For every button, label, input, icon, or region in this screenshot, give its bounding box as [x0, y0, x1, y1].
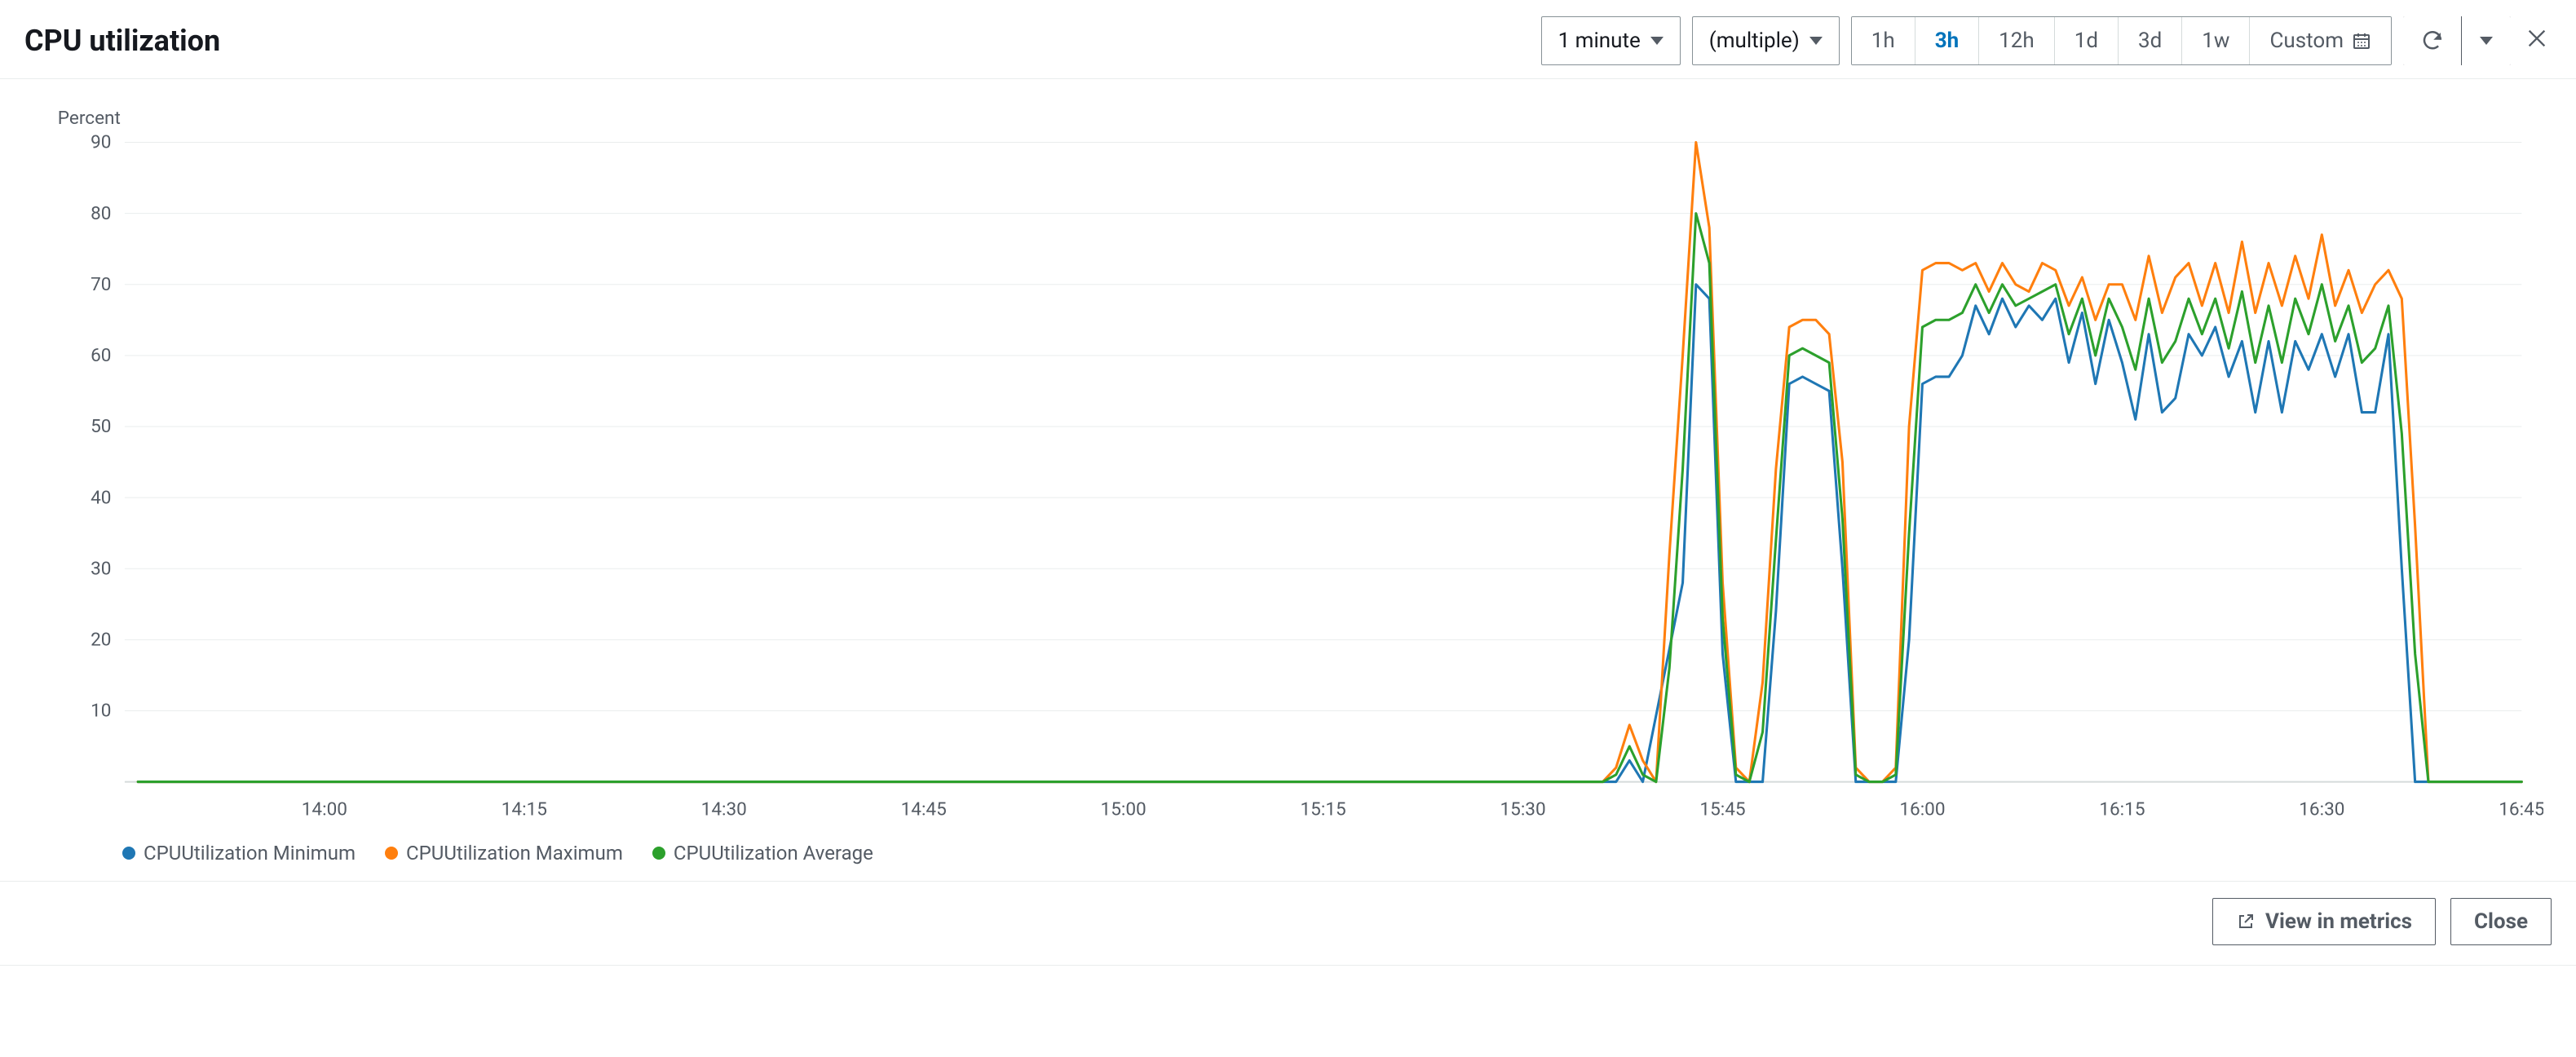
y-tick-label: 80: [91, 202, 111, 224]
legend-label: CPUUtilization Minimum: [144, 842, 356, 865]
close-footer-button[interactable]: Close: [2450, 898, 2552, 945]
y-tick-label: 50: [91, 415, 111, 437]
statistic-dropdown-label: (multiple): [1709, 29, 1800, 53]
refresh-options-button[interactable]: [2462, 16, 2511, 65]
legend-item-max[interactable]: CPUUtilization Maximum: [385, 842, 623, 865]
chart-area: Percent 10 20 30 40 50 60 70 80 90 14:00 14:15 14:30…: [0, 79, 2576, 881]
x-tick-label: 16:45: [2499, 798, 2543, 820]
time-range-12h[interactable]: 12h: [1979, 17, 2055, 64]
legend-swatch: [385, 847, 398, 860]
view-in-metrics-button[interactable]: View in metrics: [2212, 898, 2436, 945]
x-tick-label: 16:15: [2099, 798, 2145, 820]
x-tick-label: 16:30: [2299, 798, 2344, 820]
legend-item-avg[interactable]: CPUUtilization Average: [652, 842, 873, 865]
close-button[interactable]: [2522, 21, 2552, 60]
x-tick-label: 16:00: [1899, 798, 1945, 820]
time-range-3d[interactable]: 3d: [2119, 17, 2182, 64]
statistic-dropdown[interactable]: (multiple): [1692, 16, 1840, 65]
time-range-1h[interactable]: 1h: [1852, 17, 1915, 64]
x-tick-label: 14:30: [701, 798, 747, 820]
time-range-custom[interactable]: Custom: [2250, 17, 2391, 64]
view-in-metrics-label: View in metrics: [2265, 909, 2412, 934]
x-tick-label: 14:00: [302, 798, 347, 820]
period-dropdown[interactable]: 1 minute: [1541, 16, 1681, 65]
calendar-icon: [2352, 31, 2371, 51]
refresh-button-group: [2403, 16, 2511, 65]
x-tick-label: 15:15: [1301, 798, 1346, 820]
y-tick-label: 90: [91, 131, 111, 153]
x-tick-label: 15:00: [1101, 798, 1147, 820]
chevron-down-icon: [2480, 37, 2493, 45]
y-tick-label: 40: [91, 486, 111, 508]
x-tick-label: 15:30: [1500, 798, 1545, 820]
refresh-icon: [2420, 29, 2445, 53]
close-footer-label: Close: [2474, 909, 2528, 934]
y-tick-label: 10: [91, 700, 111, 722]
period-dropdown-label: 1 minute: [1558, 29, 1641, 53]
external-link-icon: [2236, 912, 2256, 931]
y-tick-label: 60: [91, 344, 111, 366]
chart-legend: CPUUtilization Minimum CPUUtilization Max…: [33, 832, 2543, 865]
x-tick-label: 14:15: [502, 798, 547, 820]
time-range-segmented: 1h3h12h1d3d1w Custom: [1851, 16, 2392, 65]
y-tick-label: 70: [91, 273, 111, 295]
chevron-down-icon: [1809, 37, 1823, 45]
chart-footer: View in metrics Close: [0, 881, 2576, 965]
legend-swatch: [652, 847, 665, 860]
legend-swatch: [122, 847, 135, 860]
close-icon: [2525, 27, 2548, 50]
x-tick-label: 15:45: [1699, 798, 1745, 820]
x-tick-label: 14:45: [901, 798, 947, 820]
y-tick-label: 30: [91, 557, 111, 579]
chevron-down-icon: [1650, 37, 1664, 45]
y-axis-title: Percent: [58, 107, 121, 129]
time-range-3h[interactable]: 3h: [1915, 17, 1979, 64]
line-chart: Percent 10 20 30 40 50 60 70 80 90 14:00 14:15 14:30…: [33, 95, 2543, 832]
chart-header: CPU utilization 1 minute (multiple) 1h3h…: [0, 0, 2576, 79]
legend-label: CPUUtilization Average: [674, 842, 873, 865]
refresh-button[interactable]: [2403, 16, 2462, 65]
header-controls: 1 minute (multiple) 1h3h12h1d3d1w Custom: [1541, 16, 2552, 65]
series-line-max: [138, 142, 2521, 781]
legend-item-min[interactable]: CPUUtilization Minimum: [122, 842, 356, 865]
y-tick-label: 20: [91, 629, 111, 651]
time-range-1w[interactable]: 1w: [2182, 17, 2250, 64]
legend-label: CPUUtilization Maximum: [406, 842, 623, 865]
chart-title: CPU utilization: [24, 24, 220, 58]
time-range-custom-label: Custom: [2269, 29, 2344, 53]
time-range-1d[interactable]: 1d: [2055, 17, 2119, 64]
